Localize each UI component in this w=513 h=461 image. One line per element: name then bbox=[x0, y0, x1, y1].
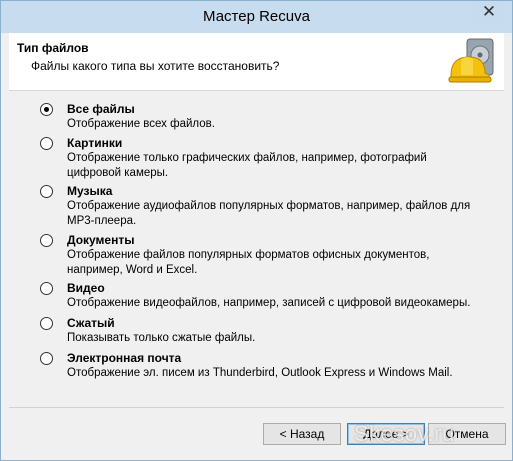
page-title: Тип файлов bbox=[17, 41, 89, 55]
option-label: Все файлы bbox=[67, 102, 135, 116]
radio-button[interactable] bbox=[40, 352, 53, 365]
radio-button[interactable] bbox=[40, 137, 53, 150]
page-subtitle: Файлы какого типа вы хотите восстановить… bbox=[31, 59, 280, 73]
option-label: Картинки bbox=[67, 136, 123, 150]
option-description: Отображение всех файлов. bbox=[67, 118, 215, 130]
recuva-hardhat-drive-icon bbox=[448, 38, 494, 83]
file-type-options: Все файлы Отображение всех файлов. Карти… bbox=[9, 92, 504, 407]
wizard-header: Тип файлов Файлы какого типа вы хотите в… bbox=[9, 33, 504, 91]
option-description: Отображение только графических файлов, н… bbox=[67, 152, 427, 179]
recuva-wizard-window: Мастер Recuva ✕ Тип файлов Файлы какого … bbox=[0, 0, 513, 461]
radio-button[interactable] bbox=[40, 317, 53, 330]
option-description: Отображение аудиофайлов популярных форма… bbox=[67, 200, 471, 227]
radio-button[interactable] bbox=[40, 185, 53, 198]
option-description: Отображение файлов популярных форматов о… bbox=[67, 249, 430, 276]
back-button[interactable]: < Назад bbox=[263, 423, 341, 445]
option-pictures[interactable]: Картинки Отображение только графических … bbox=[40, 136, 473, 181]
option-description: Показывать только сжатые файлы. bbox=[67, 332, 256, 344]
radio-button[interactable] bbox=[40, 234, 53, 247]
option-label: Документы bbox=[67, 233, 135, 247]
close-icon: ✕ bbox=[481, 2, 497, 21]
option-music[interactable]: Музыка Отображение аудиофайлов популярны… bbox=[40, 184, 473, 229]
option-label: Видео bbox=[67, 281, 105, 295]
option-label: Музыка bbox=[67, 184, 113, 198]
option-video[interactable]: Видео Отображение видеофайлов, например,… bbox=[40, 281, 473, 311]
watermark: Skesov.ru bbox=[354, 421, 455, 446]
option-description: Отображение эл. писем из Thunderbird, Ou… bbox=[67, 367, 453, 379]
radio-button[interactable] bbox=[40, 103, 53, 116]
option-documents[interactable]: Документы Отображение файлов популярных … bbox=[40, 233, 473, 278]
option-compressed[interactable]: Сжатый Показывать только сжатые файлы. bbox=[40, 316, 473, 346]
option-description: Отображение видеофайлов, например, запис… bbox=[67, 297, 471, 309]
option-label: Сжатый bbox=[67, 316, 115, 330]
radio-button[interactable] bbox=[40, 282, 53, 295]
option-label: Электронная почта bbox=[67, 351, 182, 365]
option-all-files[interactable]: Все файлы Отображение всех файлов. bbox=[40, 102, 473, 132]
option-email[interactable]: Электронная почта Отображение эл. писем … bbox=[40, 351, 473, 381]
close-button[interactable]: ✕ bbox=[473, 2, 505, 22]
window-title: Мастер Recuva bbox=[203, 8, 310, 25]
title-bar: Мастер Recuva ✕ bbox=[1, 1, 512, 33]
footer-divider bbox=[9, 407, 504, 408]
